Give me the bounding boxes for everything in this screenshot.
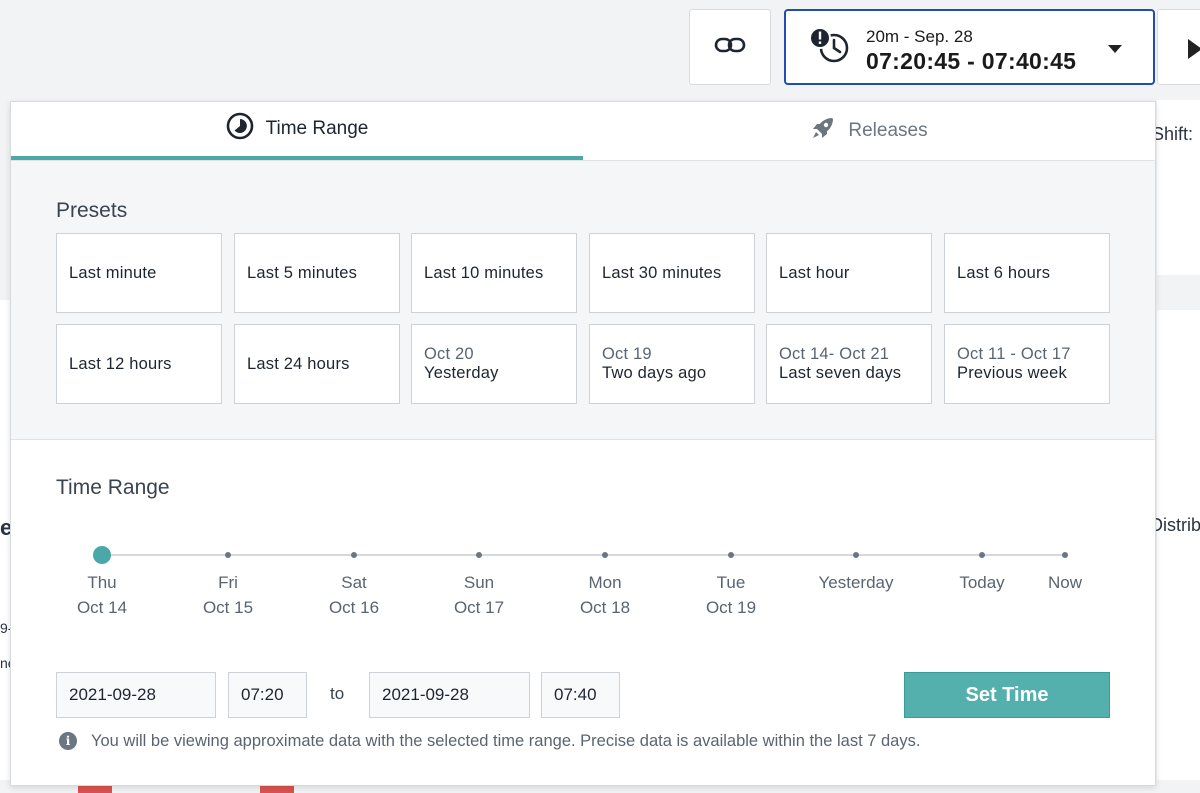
tab-label: Time Range xyxy=(265,118,369,139)
preset-date: Oct 11 - Oct 17 xyxy=(957,345,1071,363)
time-range-icon xyxy=(226,112,254,146)
preset-last-minute[interactable]: Last minute xyxy=(56,233,222,313)
preset-last-5-minutes[interactable]: Last 5 minutes xyxy=(234,233,400,313)
timeline-tick[interactable] xyxy=(979,552,985,558)
timeline-label: Tue Oct 19 xyxy=(681,571,781,620)
info-message: You will be viewing approximate data wit… xyxy=(91,732,921,750)
preset-last-24-hours[interactable]: Last 24 hours xyxy=(234,324,400,404)
timeline-label: Fri Oct 15 xyxy=(178,571,278,620)
background-distrib-label: Distrib xyxy=(1150,515,1200,535)
timeline-tick[interactable] xyxy=(728,552,734,558)
timeline-day: Now xyxy=(1047,573,1082,592)
timeline-date: Oct 19 xyxy=(705,597,757,617)
preset-label: Previous week xyxy=(957,364,1067,382)
preset-yesterday[interactable]: Oct 20 Yesterday xyxy=(411,324,577,404)
preset-last-hour[interactable]: Last hour xyxy=(766,233,932,313)
time-range-selector[interactable]: 20m - Sep. 28 07:20:45 - 07:40:45 xyxy=(784,9,1155,85)
preset-label: Yesterday xyxy=(424,364,499,382)
timeline-date: Oct 14 xyxy=(76,597,128,617)
timeline-label: Mon Oct 18 xyxy=(555,571,655,620)
timeline-label: Now xyxy=(1015,571,1115,596)
timeline-day: Thu xyxy=(87,573,117,592)
preset-label: Last 30 minutes xyxy=(602,263,722,282)
timeline-tick[interactable] xyxy=(853,552,859,558)
preset-last-10-minutes[interactable]: Last 10 minutes xyxy=(411,233,577,313)
tab-bar: Time Range Releases xyxy=(11,102,1155,161)
preset-label: Last 24 hours xyxy=(247,354,350,373)
chevron-down-icon xyxy=(1108,45,1122,53)
to-label: to xyxy=(330,684,345,703)
preset-label: Last 10 minutes xyxy=(424,263,544,282)
preset-last-12-hours[interactable]: Last 12 hours xyxy=(56,324,222,404)
tab-time-range[interactable]: Time Range xyxy=(11,102,583,160)
time-range-summary: 20m - Sep. 28 xyxy=(866,27,973,46)
timeline-day: Tue xyxy=(716,573,746,592)
play-icon xyxy=(1188,39,1200,59)
timeline-date: Oct 18 xyxy=(579,597,631,617)
preset-date: Oct 14- Oct 21 xyxy=(779,345,890,363)
end-time-input[interactable]: 07:40 xyxy=(541,672,620,718)
preset-date: Oct 19 xyxy=(602,345,652,363)
play-button[interactable] xyxy=(1157,9,1200,85)
background-red-bar-2 xyxy=(260,786,294,793)
timeline-label: Yesterday xyxy=(806,571,906,596)
set-time-button[interactable]: Set Time xyxy=(904,672,1110,718)
time-picker-popup: Time Range Releases Presets Last minute … xyxy=(10,101,1156,786)
end-date-input[interactable]: 2021-09-28 xyxy=(369,672,530,718)
copy-link-button[interactable] xyxy=(689,9,771,85)
background-shift-label: Shift: xyxy=(1152,124,1194,144)
time-range-value: 07:20:45 - 07:40:45 xyxy=(866,48,1077,74)
timeline-day: Fri xyxy=(218,573,238,592)
timeline-tick[interactable] xyxy=(351,552,357,558)
timeline-day: Mon xyxy=(588,573,622,592)
preset-label: Two days ago xyxy=(602,364,707,382)
tab-label: Releases xyxy=(848,120,928,141)
background-red-bar-1 xyxy=(78,786,112,793)
clock-alert-icon xyxy=(808,27,854,72)
preset-last-seven-days[interactable]: Oct 14- Oct 21 Last seven days xyxy=(766,324,932,404)
preset-label: Last 12 hours xyxy=(69,354,172,373)
preset-label: Last minute xyxy=(69,263,157,282)
rocket-icon xyxy=(810,115,836,147)
timeline-label: Thu Oct 14 xyxy=(52,571,152,620)
timeline-date: Oct 15 xyxy=(202,597,254,617)
timeline-tick[interactable] xyxy=(1062,552,1068,558)
timeline-tick[interactable] xyxy=(476,552,482,558)
preset-label: Last seven days xyxy=(779,364,902,382)
preset-date: Oct 20 xyxy=(424,345,474,363)
timeline-label: Sun Oct 17 xyxy=(429,571,529,620)
preset-label: Last 5 minutes xyxy=(247,263,358,282)
presets-section: Presets Last minute Last 5 minutes Last … xyxy=(11,161,1155,440)
tab-releases[interactable]: Releases xyxy=(583,102,1155,160)
preset-label: Last hour xyxy=(779,263,850,282)
timeline-label: Sat Oct 16 xyxy=(304,571,404,620)
timeline-day: Sat xyxy=(341,573,367,592)
timeline-date: Oct 17 xyxy=(453,597,505,617)
preset-last-6-hours[interactable]: Last 6 hours xyxy=(944,233,1110,313)
timeline-tick[interactable] xyxy=(602,552,608,558)
presets-title: Presets xyxy=(56,199,128,222)
timeline-track[interactable] xyxy=(101,554,1065,556)
timeline-date: Oct 16 xyxy=(328,597,380,617)
timeline-day: Sun xyxy=(463,573,495,592)
timeline-handle[interactable] xyxy=(93,546,111,564)
info-icon: i xyxy=(59,732,77,750)
link-icon xyxy=(714,35,746,60)
preset-last-30-minutes[interactable]: Last 30 minutes xyxy=(589,233,755,313)
timeline-tick[interactable] xyxy=(225,552,231,558)
start-date-input[interactable]: 2021-09-28 xyxy=(56,672,216,718)
preset-label: Last 6 hours xyxy=(957,263,1051,282)
preset-two-days-ago[interactable]: Oct 19 Two days ago xyxy=(589,324,755,404)
time-range-title: Time Range xyxy=(56,476,170,499)
preset-previous-week[interactable]: Oct 11 - Oct 17 Previous week xyxy=(944,324,1110,404)
background-panel-right-2 xyxy=(1157,310,1200,780)
timeline-day: Yesterday xyxy=(818,573,894,592)
start-time-input[interactable]: 07:20 xyxy=(228,672,307,718)
